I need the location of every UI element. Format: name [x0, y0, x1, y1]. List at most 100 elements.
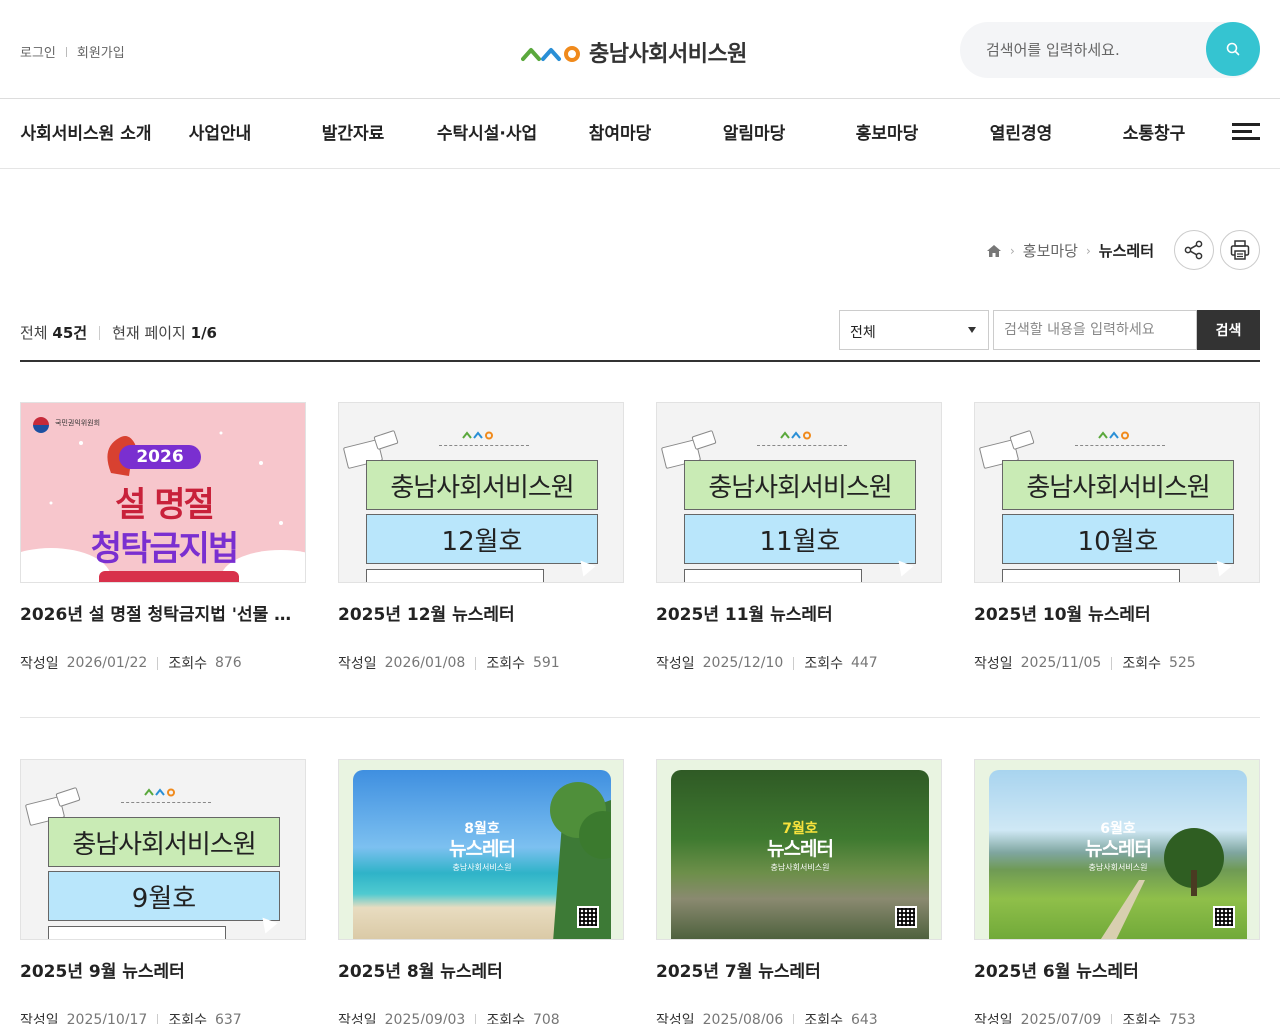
- newsletter-banner: [1002, 569, 1180, 582]
- post-card[interactable]: 충남사회서비스원 11월호 2025년 11월 뉴스레터 작성일 2025/12/…: [656, 402, 942, 673]
- qr-code-icon: [895, 906, 917, 928]
- utility-links: 로그인 회원가입: [20, 42, 125, 61]
- post-meta: 작성일 2025/09/03 조회수 708: [338, 1010, 624, 1024]
- date-label: 작성일: [656, 1013, 695, 1024]
- site-header: 로그인 회원가입 충남사회서비스원: [0, 0, 1280, 98]
- post-date: 2025/10/17: [66, 1012, 148, 1024]
- global-search-button[interactable]: [1206, 22, 1260, 76]
- board-top-rule: [20, 360, 1260, 362]
- post-card[interactable]: 충남사회서비스원 12월호 2025년 12월 뉴스레터 작성일 2026/01/…: [338, 402, 624, 673]
- divider: [439, 445, 529, 446]
- post-date: 2025/07/09: [1020, 1012, 1102, 1024]
- post-title[interactable]: 2025년 9월 뉴스레터: [20, 960, 306, 984]
- post-thumbnail[interactable]: 충남사회서비스원 10월호: [974, 402, 1260, 583]
- post-card[interactable]: 충남사회서비스원 10월호 2025년 10월 뉴스레터 작성일 2025/11/…: [974, 402, 1260, 673]
- divider: [157, 1013, 159, 1024]
- newsletter-issue: 10월호: [1002, 514, 1234, 564]
- views-label: 조회수: [486, 656, 525, 672]
- scene-name: 뉴스레터: [1085, 838, 1152, 860]
- date-label: 작성일: [974, 656, 1013, 672]
- scene-name: 뉴스레터: [767, 838, 834, 860]
- post-thumbnail[interactable]: 충남사회서비스원 9월호: [20, 759, 306, 940]
- post-card[interactable]: 충남사회서비스원 9월호 2025년 9월 뉴스레터 작성일 2025/10/17…: [20, 759, 306, 1024]
- divider: [99, 325, 101, 340]
- post-views: 753: [1168, 1012, 1196, 1024]
- post-title[interactable]: 2025년 7월 뉴스레터: [656, 960, 942, 984]
- nav-item-notice[interactable]: 알림마당: [704, 119, 804, 149]
- post-thumbnail[interactable]: 충남사회서비스원 11월호: [656, 402, 942, 583]
- breadcrumb-parent[interactable]: 홍보마당: [1023, 240, 1078, 261]
- qr-code-icon: [1213, 906, 1235, 928]
- scene-org: 충남사회서비스원: [1088, 863, 1148, 872]
- post-thumbnail[interactable]: 8월호 뉴스레터 충남사회서비스원: [338, 759, 624, 940]
- print-icon: [1230, 240, 1250, 260]
- date-label: 작성일: [974, 1013, 1013, 1024]
- post-meta: 작성일 2025/10/17 조회수 637: [20, 1010, 306, 1024]
- poster-org: 국민권익위원회: [55, 419, 101, 427]
- views-label: 조회수: [168, 1013, 207, 1024]
- logo-mark-icon: [462, 431, 493, 440]
- post-card[interactable]: 8월호 뉴스레터 충남사회서비스원 2025년 8월 뉴스레터 작성일 2025/…: [338, 759, 624, 1024]
- post-thumbnail[interactable]: 6월호 뉴스레터 충남사회서비스원: [974, 759, 1260, 940]
- post-meta: 작성일 2026/01/08 조회수 591: [338, 653, 624, 673]
- nav-item-facilities[interactable]: 수탁시설·사업: [424, 119, 550, 149]
- divider: [1111, 656, 1113, 670]
- page-value: 1/6: [190, 323, 217, 342]
- views-label: 조회수: [486, 1013, 525, 1024]
- poster-year: 2026: [136, 447, 184, 467]
- divider: [121, 802, 211, 803]
- nav-item-business[interactable]: 사업안내: [170, 119, 270, 149]
- home-icon[interactable]: [986, 244, 1002, 258]
- nav-item-about[interactable]: 사회서비스원 소개: [20, 119, 152, 149]
- nav-item-pr[interactable]: 홍보마당: [837, 119, 937, 149]
- post-views: 637: [214, 1012, 242, 1024]
- board-search-input[interactable]: [993, 310, 1197, 350]
- newsletter-banner: [684, 569, 862, 582]
- views-label: 조회수: [1122, 656, 1161, 672]
- page-label: 현재 페이지: [112, 324, 186, 342]
- nav-item-participation[interactable]: 참여마당: [570, 119, 670, 149]
- nav-item-publications[interactable]: 발간자료: [303, 119, 403, 149]
- breadcrumb-current: 뉴스레터: [1098, 242, 1154, 260]
- divider: [475, 656, 477, 670]
- site-logo[interactable]: 충남사회서비스원: [521, 36, 747, 68]
- post-title[interactable]: 2026년 설 명절 청탁금지법 '선물 바로 알기': [20, 603, 306, 627]
- all-menu-icon[interactable]: [1232, 123, 1260, 145]
- global-search-input[interactable]: [986, 38, 1196, 62]
- logo-mark-icon: [144, 788, 175, 797]
- qr-code-icon: [577, 906, 599, 928]
- nav-item-contact[interactable]: 소통창구: [1104, 119, 1204, 149]
- post-thumbnail[interactable]: 충남사회서비스원 12월호: [338, 402, 624, 583]
- post-title[interactable]: 2025년 11월 뉴스레터: [656, 603, 942, 627]
- share-icon: [1184, 240, 1203, 260]
- scene-org: 충남사회서비스원: [770, 863, 830, 872]
- divider: [757, 445, 847, 446]
- total-label: 전체: [20, 324, 48, 342]
- board-summary: 전체 45건 현재 페이지 1/6: [20, 322, 217, 343]
- post-card[interactable]: 국민권익위원회 2026 설 명절 청탁금지법 2026년 설 명절 청탁금지법…: [20, 402, 306, 673]
- date-label: 작성일: [20, 1013, 59, 1024]
- newsletter-issue: 11월호: [684, 514, 916, 564]
- search-icon: [1226, 42, 1240, 56]
- search-category-select[interactable]: 전체: [839, 310, 989, 350]
- divider: [65, 46, 67, 57]
- post-card[interactable]: 6월호 뉴스레터 충남사회서비스원 2025년 6월 뉴스레터 작성일 2025/…: [974, 759, 1260, 1024]
- post-title[interactable]: 2025년 8월 뉴스레터: [338, 960, 624, 984]
- post-title[interactable]: 2025년 10월 뉴스레터: [974, 603, 1260, 627]
- post-meta: 작성일 2025/11/05 조회수 525: [974, 653, 1260, 673]
- divider: [1075, 445, 1165, 446]
- post-thumbnail[interactable]: 국민권익위원회 2026 설 명절 청탁금지법: [20, 402, 306, 583]
- signup-link[interactable]: 회원가입: [77, 42, 125, 61]
- board-search-button[interactable]: 검색: [1197, 310, 1260, 350]
- post-title[interactable]: 2025년 12월 뉴스레터: [338, 603, 624, 627]
- divider: [157, 656, 159, 670]
- post-thumbnail[interactable]: 7월호 뉴스레터 충남사회서비스원: [656, 759, 942, 940]
- post-card[interactable]: 7월호 뉴스레터 충남사회서비스원 2025년 7월 뉴스레터 작성일 2025/…: [656, 759, 942, 1024]
- newsletter-brand: 충남사회서비스원: [366, 460, 598, 510]
- print-button[interactable]: [1220, 230, 1260, 270]
- share-button[interactable]: [1174, 230, 1214, 270]
- login-link[interactable]: 로그인: [20, 42, 56, 61]
- views-label: 조회수: [804, 1013, 843, 1024]
- post-title[interactable]: 2025년 6월 뉴스레터: [974, 960, 1260, 984]
- nav-item-management[interactable]: 열린경영: [971, 119, 1071, 149]
